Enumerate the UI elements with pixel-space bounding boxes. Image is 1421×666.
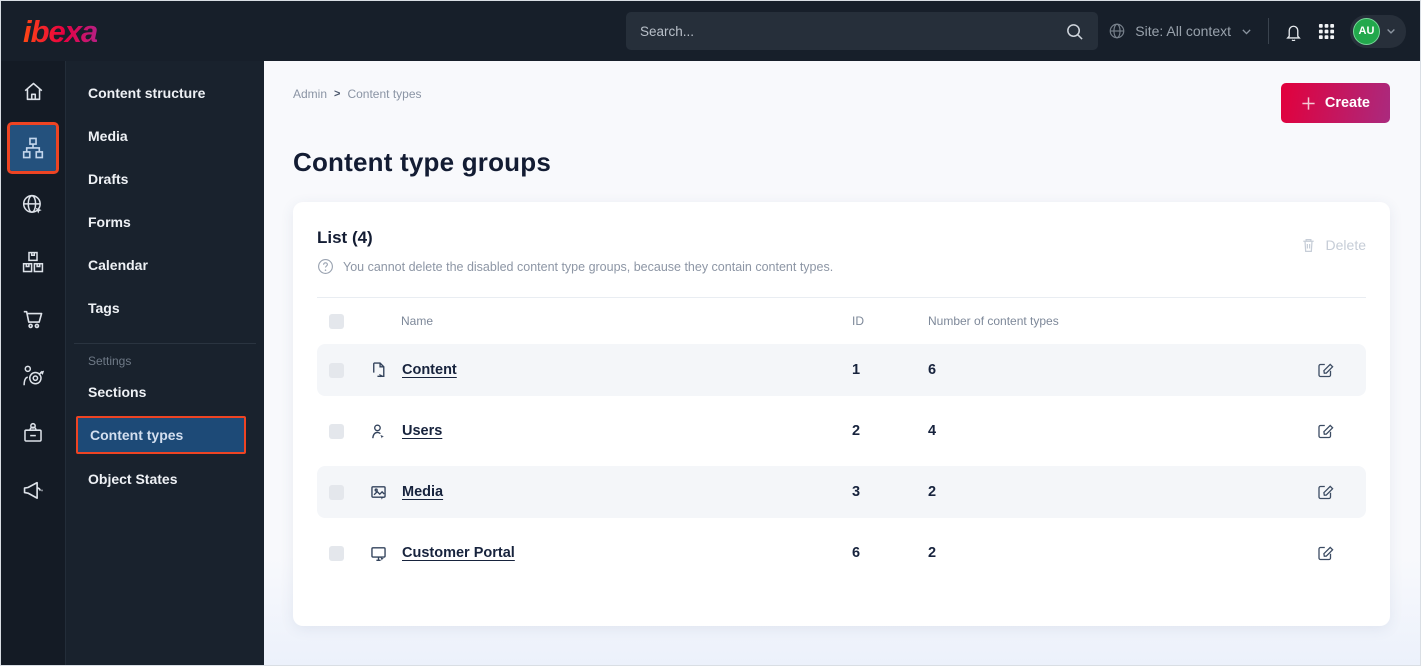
- avatar: AU: [1353, 17, 1380, 45]
- row-checkbox[interactable]: [329, 545, 344, 561]
- marketing-icon[interactable]: [10, 467, 56, 513]
- group-id: 6: [852, 545, 861, 561]
- topbar-right: Site: All context AU: [1108, 1, 1406, 61]
- group-count: 2: [928, 484, 937, 500]
- table-row: Users 2 4: [317, 405, 1366, 457]
- admin-badge-icon[interactable]: [10, 410, 56, 456]
- edit-icon[interactable]: [1314, 420, 1354, 442]
- table-header: Name ID Number of content types: [317, 298, 1366, 344]
- home-icon[interactable]: [10, 68, 56, 114]
- delete-button[interactable]: Delete: [1300, 236, 1366, 254]
- file-icon: [369, 361, 388, 380]
- sidebar-menu: Content structure Media Drafts Forms Calenda…: [65, 61, 264, 665]
- group-name-link[interactable]: Media: [402, 484, 443, 500]
- ibexa-logo[interactable]: ibexa: [23, 14, 98, 50]
- topbar-divider: [1268, 18, 1269, 44]
- main-content: Admin > Content types Create Content typ…: [264, 61, 1420, 665]
- sidebar-item-tags[interactable]: Tags: [66, 286, 264, 329]
- col-header-id: ID: [852, 314, 864, 328]
- create-button-label: Create: [1324, 95, 1370, 111]
- table-row: Customer Portal 6 2: [317, 527, 1366, 579]
- col-header-name: Name: [401, 314, 434, 328]
- sidebar-item-content-types[interactable]: Content types: [76, 416, 246, 454]
- sidebar-item-content-structure[interactable]: Content structure: [66, 71, 264, 114]
- group-name-link[interactable]: Users: [402, 423, 442, 439]
- delete-button-label: Delete: [1325, 237, 1366, 253]
- create-button[interactable]: Create: [1280, 83, 1390, 123]
- monitor-icon: [369, 544, 388, 563]
- group-id: 3: [852, 484, 861, 500]
- help-icon: [317, 258, 334, 275]
- icon-rail: [1, 61, 65, 665]
- edit-icon[interactable]: [1314, 481, 1354, 503]
- table-row: Content 1 6: [317, 344, 1366, 396]
- breadcrumb-separator: >: [334, 88, 341, 100]
- personalization-icon[interactable]: [10, 353, 56, 399]
- notifications-bell-icon[interactable]: [1284, 21, 1303, 41]
- site-context-selector[interactable]: Site: All context: [1108, 22, 1253, 40]
- edit-icon[interactable]: [1314, 542, 1354, 564]
- select-all-checkbox[interactable]: [329, 313, 344, 329]
- row-checkbox[interactable]: [329, 423, 344, 439]
- breadcrumb-admin[interactable]: Admin: [293, 87, 327, 101]
- sidebar-menu-top: Content structure Media Drafts Forms Calenda…: [66, 71, 264, 329]
- sidebar-item-drafts[interactable]: Drafts: [66, 157, 264, 200]
- settings-group-label: Settings: [88, 354, 132, 368]
- group-name-link[interactable]: Customer Portal: [402, 545, 515, 561]
- sidebar-item-sections[interactable]: Sections: [66, 370, 264, 413]
- sidebar-item-object-states[interactable]: Object States: [66, 457, 264, 500]
- global-search: [626, 12, 1098, 50]
- chevron-down-icon: [1385, 25, 1397, 37]
- content-structure-icon[interactable]: [7, 122, 59, 174]
- list-heading: List (4): [317, 228, 373, 247]
- list-panel: List (4) You cannot delete the disabled …: [293, 202, 1390, 626]
- user-menu[interactable]: AU: [1350, 14, 1406, 48]
- sidebar-item-calendar[interactable]: Calendar: [66, 243, 264, 286]
- group-count: 2: [928, 545, 937, 561]
- breadcrumb: Admin > Content types: [293, 83, 422, 101]
- globe-icon: [1108, 22, 1126, 40]
- group-count: 6: [928, 362, 937, 378]
- sidebar-item-forms[interactable]: Forms: [66, 200, 264, 243]
- site-icon[interactable]: [10, 182, 56, 228]
- site-context-label: Site: All context: [1135, 23, 1231, 39]
- page-title: Content type groups: [293, 147, 552, 177]
- product-catalog-icon[interactable]: [10, 239, 56, 285]
- edit-icon[interactable]: [1314, 359, 1354, 381]
- sidebar-menu-settings: Sections Content types Object States: [66, 370, 264, 500]
- table-row: Media 3 2: [317, 466, 1366, 518]
- chevron-down-icon: [1240, 25, 1253, 38]
- group-id: 1: [852, 362, 861, 378]
- search-input[interactable]: [640, 23, 1065, 39]
- breadcrumb-content-types[interactable]: Content types: [347, 87, 421, 101]
- topbar: ibexa Site: All context AU: [1, 1, 1420, 61]
- search-icon[interactable]: [1065, 22, 1084, 41]
- col-header-count: Number of content types: [928, 314, 1059, 328]
- user-icon: [369, 422, 388, 441]
- row-checkbox[interactable]: [329, 362, 344, 378]
- plus-icon: [1301, 96, 1316, 111]
- app-grid-icon[interactable]: [1318, 23, 1335, 40]
- group-count: 4: [928, 423, 937, 439]
- row-checkbox[interactable]: [329, 484, 344, 500]
- sidebar-item-media[interactable]: Media: [66, 114, 264, 157]
- commerce-icon[interactable]: [10, 296, 56, 342]
- group-id: 2: [852, 423, 861, 439]
- image-icon: [369, 483, 388, 502]
- list-note: You cannot delete the disabled content t…: [343, 259, 834, 274]
- trash-icon: [1300, 236, 1317, 254]
- table-body: Content 1 6 Users 2 4 Media 3 2 Customer…: [317, 344, 1366, 579]
- group-name-link[interactable]: Content: [402, 362, 457, 378]
